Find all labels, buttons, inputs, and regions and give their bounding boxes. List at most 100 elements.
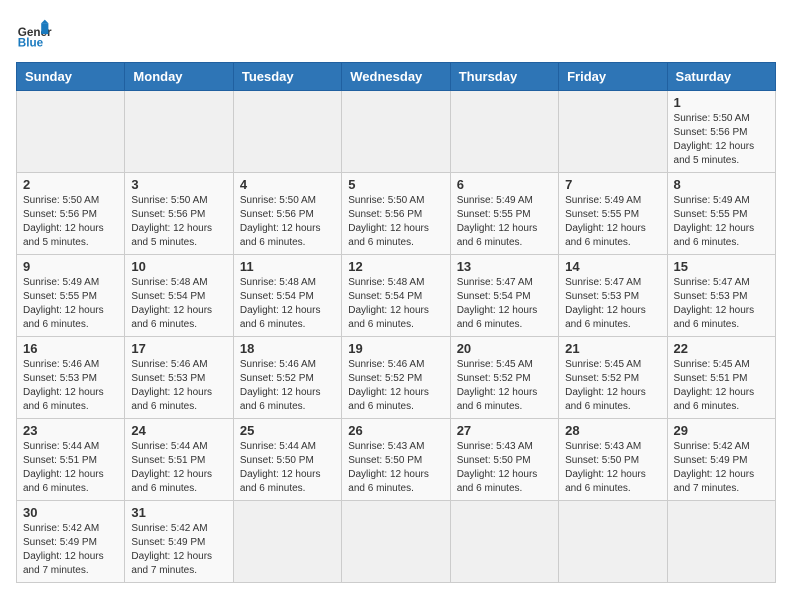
logo: General Blue xyxy=(16,16,52,52)
day-number: 10 xyxy=(131,259,226,274)
calendar-cell: 24 Sunrise: 5:44 AMSunset: 5:51 PMDayligh… xyxy=(125,419,233,501)
day-number: 17 xyxy=(131,341,226,356)
day-number: 5 xyxy=(348,177,443,192)
weekday-header-tuesday: Tuesday xyxy=(233,63,341,91)
calendar-cell: 3 Sunrise: 5:50 AMSunset: 5:56 PMDaylight… xyxy=(125,173,233,255)
day-number: 11 xyxy=(240,259,335,274)
day-number: 2 xyxy=(23,177,118,192)
calendar-cell: 13 Sunrise: 5:47 AMSunset: 5:54 PMDayligh… xyxy=(450,255,558,337)
calendar-cell: 11 Sunrise: 5:48 AMSunset: 5:54 PMDayligh… xyxy=(233,255,341,337)
day-number: 13 xyxy=(457,259,552,274)
weekday-header-friday: Friday xyxy=(559,63,667,91)
day-number: 25 xyxy=(240,423,335,438)
day-number: 16 xyxy=(23,341,118,356)
calendar-cell: 12Sunrise: 5:48 AMSunset: 5:54 PMDayligh… xyxy=(342,255,450,337)
day-info: Sunrise: 5:44 AMSunset: 5:51 PMDaylight:… xyxy=(23,440,118,496)
day-info: Sunrise: 5:50 AMSunset: 5:56 PMDaylight:… xyxy=(240,194,335,250)
week-row-2: 2 Sunrise: 5:50 AMSunset: 5:56 PMDaylight… xyxy=(17,173,776,255)
calendar-cell xyxy=(450,91,558,173)
calendar-cell: 8Sunrise: 5:49 AMSunset: 5:55 PMDaylight… xyxy=(667,173,775,255)
day-number: 28 xyxy=(565,423,660,438)
day-number: 27 xyxy=(457,423,552,438)
calendar-cell: 26 Sunrise: 5:43 AMSunset: 5:50 PMDayligh… xyxy=(342,419,450,501)
calendar-cell xyxy=(667,501,775,583)
calendar-cell: 18 Sunrise: 5:46 AMSunset: 5:52 PMDayligh… xyxy=(233,337,341,419)
calendar-cell: 31 Sunrise: 5:42 AMSunset: 5:49 PMDayligh… xyxy=(125,501,233,583)
weekday-header-saturday: Saturday xyxy=(667,63,775,91)
day-number: 8 xyxy=(674,177,769,192)
day-number: 31 xyxy=(131,505,226,520)
day-info: Sunrise: 5:44 AMSunset: 5:50 PMDaylight:… xyxy=(240,440,335,496)
weekday-header-thursday: Thursday xyxy=(450,63,558,91)
day-number: 29 xyxy=(674,423,769,438)
calendar-cell xyxy=(17,91,125,173)
day-info: Sunrise: 5:48 AMSunset: 5:54 PMDaylight:… xyxy=(240,276,335,332)
day-info: Sunrise: 5:46 AMSunset: 5:52 PMDaylight:… xyxy=(240,358,335,414)
week-row-6: 30 Sunrise: 5:42 AMSunset: 5:49 PMDayligh… xyxy=(17,501,776,583)
weekday-header-monday: Monday xyxy=(125,63,233,91)
calendar-cell xyxy=(559,501,667,583)
calendar-cell: 17 Sunrise: 5:46 AMSunset: 5:53 PMDayligh… xyxy=(125,337,233,419)
day-info: Sunrise: 5:46 AMSunset: 5:53 PMDaylight:… xyxy=(23,358,118,414)
calendar-cell: 4Sunrise: 5:50 AMSunset: 5:56 PMDaylight… xyxy=(233,173,341,255)
day-info: Sunrise: 5:43 AMSunset: 5:50 PMDaylight:… xyxy=(348,440,443,496)
day-number: 3 xyxy=(131,177,226,192)
calendar-cell: 15Sunrise: 5:47 AMSunset: 5:53 PMDayligh… xyxy=(667,255,775,337)
logo-icon: General Blue xyxy=(16,16,52,52)
day-info: Sunrise: 5:46 AMSunset: 5:52 PMDaylight:… xyxy=(348,358,443,414)
svg-text:Blue: Blue xyxy=(18,37,44,50)
day-info: Sunrise: 5:43 AMSunset: 5:50 PMDaylight:… xyxy=(565,440,660,496)
day-number: 21 xyxy=(565,341,660,356)
calendar-cell xyxy=(233,501,341,583)
calendar-cell: 6 Sunrise: 5:49 AMSunset: 5:55 PMDaylight… xyxy=(450,173,558,255)
page-header: General Blue xyxy=(16,16,776,52)
day-info: Sunrise: 5:50 AMSunset: 5:56 PMDaylight:… xyxy=(23,194,118,250)
day-number: 26 xyxy=(348,423,443,438)
calendar-cell: 9Sunrise: 5:49 AMSunset: 5:55 PMDaylight… xyxy=(17,255,125,337)
weekday-header-wednesday: Wednesday xyxy=(342,63,450,91)
day-info: Sunrise: 5:47 AMSunset: 5:54 PMDaylight:… xyxy=(457,276,552,332)
day-number: 19 xyxy=(348,341,443,356)
calendar-cell xyxy=(559,91,667,173)
day-info: Sunrise: 5:45 AMSunset: 5:52 PMDaylight:… xyxy=(457,358,552,414)
day-info: Sunrise: 5:48 AMSunset: 5:54 PMDaylight:… xyxy=(348,276,443,332)
day-info: Sunrise: 5:46 AMSunset: 5:53 PMDaylight:… xyxy=(131,358,226,414)
weekday-header-sunday: Sunday xyxy=(17,63,125,91)
week-row-5: 23 Sunrise: 5:44 AMSunset: 5:51 PMDayligh… xyxy=(17,419,776,501)
day-number: 18 xyxy=(240,341,335,356)
day-info: Sunrise: 5:42 AMSunset: 5:49 PMDaylight:… xyxy=(131,522,226,578)
day-info: Sunrise: 5:49 AMSunset: 5:55 PMDaylight:… xyxy=(457,194,552,250)
calendar-cell: 5 Sunrise: 5:50 AMSunset: 5:56 PMDaylight… xyxy=(342,173,450,255)
calendar-cell: 20Sunrise: 5:45 AMSunset: 5:52 PMDayligh… xyxy=(450,337,558,419)
weekday-header-row: SundayMondayTuesdayWednesdayThursdayFrid… xyxy=(17,63,776,91)
day-number: 23 xyxy=(23,423,118,438)
calendar-cell xyxy=(125,91,233,173)
calendar-cell: 29Sunrise: 5:42 AMSunset: 5:49 PMDayligh… xyxy=(667,419,775,501)
day-number: 22 xyxy=(674,341,769,356)
day-number: 6 xyxy=(457,177,552,192)
day-info: Sunrise: 5:45 AMSunset: 5:51 PMDaylight:… xyxy=(674,358,769,414)
day-number: 24 xyxy=(131,423,226,438)
calendar-cell xyxy=(450,501,558,583)
calendar-cell xyxy=(342,91,450,173)
day-info: Sunrise: 5:50 AMSunset: 5:56 PMDaylight:… xyxy=(348,194,443,250)
day-number: 30 xyxy=(23,505,118,520)
week-row-3: 9Sunrise: 5:49 AMSunset: 5:55 PMDaylight… xyxy=(17,255,776,337)
day-number: 9 xyxy=(23,259,118,274)
day-info: Sunrise: 5:42 AMSunset: 5:49 PMDaylight:… xyxy=(23,522,118,578)
calendar-cell xyxy=(233,91,341,173)
day-info: Sunrise: 5:50 AMSunset: 5:56 PMDaylight:… xyxy=(674,112,769,168)
calendar-cell: 7Sunrise: 5:49 AMSunset: 5:55 PMDaylight… xyxy=(559,173,667,255)
day-number: 14 xyxy=(565,259,660,274)
day-number: 15 xyxy=(674,259,769,274)
calendar-cell: 14 Sunrise: 5:47 AMSunset: 5:53 PMDayligh… xyxy=(559,255,667,337)
day-info: Sunrise: 5:45 AMSunset: 5:52 PMDaylight:… xyxy=(565,358,660,414)
day-info: Sunrise: 5:48 AMSunset: 5:54 PMDaylight:… xyxy=(131,276,226,332)
day-info: Sunrise: 5:50 AMSunset: 5:56 PMDaylight:… xyxy=(131,194,226,250)
day-info: Sunrise: 5:47 AMSunset: 5:53 PMDaylight:… xyxy=(565,276,660,332)
day-info: Sunrise: 5:44 AMSunset: 5:51 PMDaylight:… xyxy=(131,440,226,496)
calendar-cell: 28 Sunrise: 5:43 AMSunset: 5:50 PMDayligh… xyxy=(559,419,667,501)
calendar-cell: 1Sunrise: 5:50 AMSunset: 5:56 PMDaylight… xyxy=(667,91,775,173)
day-info: Sunrise: 5:43 AMSunset: 5:50 PMDaylight:… xyxy=(457,440,552,496)
day-number: 7 xyxy=(565,177,660,192)
